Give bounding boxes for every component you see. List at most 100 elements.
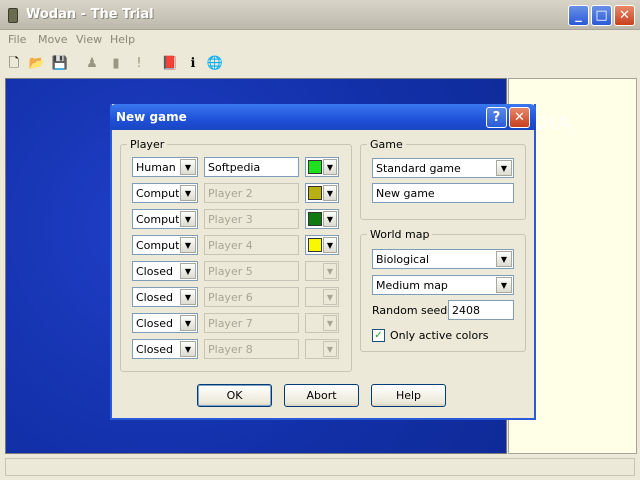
random-seed-label: Random seed:	[372, 304, 451, 317]
player-name-input[interactable]: Player 7	[204, 313, 299, 333]
player-type-select[interactable]: Computer▼	[132, 183, 198, 203]
status-bar	[5, 458, 635, 476]
close-button[interactable]: ✕	[614, 5, 635, 26]
player-type-select[interactable]: Closed ▼	[132, 339, 198, 359]
player-type-value: Computer	[136, 187, 179, 200]
player-name-input[interactable]: Player 2	[204, 183, 299, 203]
player-type-value: Computer	[136, 213, 179, 226]
ok-button[interactable]: OK	[197, 384, 272, 407]
app-icon	[8, 8, 18, 23]
help-button[interactable]: Help	[371, 384, 446, 407]
player-type-value: Closed	[136, 291, 173, 304]
save-icon[interactable]: 💾	[50, 54, 70, 74]
new-document-icon[interactable]: 🗋	[4, 54, 24, 74]
chevron-down-icon[interactable]: ▼	[496, 160, 512, 176]
dialog-title: New game	[116, 110, 187, 124]
maximize-button[interactable]: □	[591, 5, 612, 26]
player-color-select[interactable]: ▼	[305, 157, 339, 177]
chevron-down-icon[interactable]: ▼	[180, 341, 196, 357]
exclamation-icon[interactable]: !	[129, 54, 149, 74]
chevron-down-icon[interactable]: ▼	[180, 159, 196, 175]
player-type-select[interactable]: Closed ▼	[132, 261, 198, 281]
chevron-down-icon[interactable]: ▼	[496, 251, 512, 267]
toolbar: 🗋 📂 💾 ♟ ▮ ! 📕 ℹ 🌐	[0, 52, 640, 78]
player-color-select[interactable]: ▼	[305, 287, 339, 307]
minimize-button[interactable]: _	[568, 5, 589, 26]
map-type-value: Biological	[376, 253, 430, 266]
color-swatch	[308, 160, 322, 174]
player-type-select[interactable]: Computer▼	[132, 235, 198, 255]
player-type-select[interactable]: Computer▼	[132, 209, 198, 229]
player-type-value: Closed	[136, 343, 173, 356]
game-type-select[interactable]: Standard game ▼	[372, 158, 514, 178]
card-icon[interactable]: ▮	[106, 54, 126, 74]
menu-bar: File Move View Help	[0, 30, 640, 50]
new-game-dialog: New game ? ✕ Player Game Standard game ▼…	[110, 104, 536, 420]
player-type-value: Closed	[136, 265, 173, 278]
chevron-down-icon[interactable]: ▼	[180, 237, 196, 253]
map-size-value: Medium map	[376, 279, 448, 292]
random-seed-input[interactable]: 2408	[448, 300, 514, 320]
only-active-colors-checkbox[interactable]: ✓	[372, 329, 385, 342]
color-swatch	[308, 186, 322, 200]
player-type-select[interactable]: Closed ▼	[132, 313, 198, 333]
chevron-down-icon[interactable]: ▼	[180, 289, 196, 305]
chevron-down-icon[interactable]: ▼	[323, 185, 337, 201]
player-type-select[interactable]: Closed ▼	[132, 287, 198, 307]
player-name-input[interactable]: Player 8	[204, 339, 299, 359]
info-icon[interactable]: ℹ	[183, 54, 203, 74]
chevron-down-icon[interactable]: ▼	[323, 315, 337, 331]
chevron-down-icon[interactable]: ▼	[323, 341, 337, 357]
player-color-select[interactable]: ▼	[305, 261, 339, 281]
chevron-down-icon[interactable]: ▼	[496, 277, 512, 293]
player-group-label: Player	[127, 138, 168, 151]
chevron-down-icon[interactable]: ▼	[323, 289, 337, 305]
chevron-down-icon[interactable]: ▼	[323, 211, 337, 227]
player-name-input[interactable]: Player 5	[204, 261, 299, 281]
chevron-down-icon[interactable]: ▼	[323, 237, 337, 253]
player-color-select[interactable]: ▼	[305, 235, 339, 255]
chevron-down-icon[interactable]: ▼	[180, 263, 196, 279]
book-icon[interactable]: 📕	[160, 54, 180, 74]
title-bar: Wodan - The Trial _ □ ✕	[0, 0, 640, 30]
figure-icon[interactable]: ♟	[82, 54, 102, 74]
chevron-down-icon[interactable]: ▼	[323, 159, 337, 175]
dialog-help-button[interactable]: ?	[486, 107, 507, 128]
menu-view[interactable]: View	[76, 33, 102, 46]
player-name-input[interactable]: Player 4	[204, 235, 299, 255]
chevron-down-icon[interactable]: ▼	[180, 211, 196, 227]
game-group-label: Game	[367, 138, 406, 151]
world-map-group-label: World map	[367, 228, 433, 241]
menu-file[interactable]: File	[8, 33, 26, 46]
abort-button[interactable]: Abort	[284, 384, 359, 407]
open-folder-icon[interactable]: 📂	[27, 54, 47, 74]
dialog-title-bar: New game ? ✕	[110, 104, 536, 130]
dialog-close-button[interactable]: ✕	[509, 107, 530, 128]
game-type-value: Standard game	[376, 162, 461, 175]
menu-move[interactable]: Move	[38, 33, 68, 46]
chevron-down-icon[interactable]: ▼	[323, 263, 337, 279]
player-color-select[interactable]: ▼	[305, 313, 339, 333]
menu-help[interactable]: Help	[110, 33, 135, 46]
map-size-select[interactable]: Medium map ▼	[372, 275, 514, 295]
player-color-select[interactable]: ▼	[305, 209, 339, 229]
player-color-select[interactable]: ▼	[305, 183, 339, 203]
player-group: Player	[120, 138, 352, 372]
chevron-down-icon[interactable]: ▼	[180, 185, 196, 201]
player-type-value: Computer	[136, 239, 179, 252]
player-type-value: Human	[136, 161, 176, 174]
player-name-input[interactable]: Player 6	[204, 287, 299, 307]
player-name-input[interactable]: Softpedia	[204, 157, 299, 177]
player-name-input[interactable]: Player 3	[204, 209, 299, 229]
player-type-select[interactable]: Human ▼	[132, 157, 198, 177]
color-swatch	[308, 212, 322, 226]
color-swatch	[308, 238, 322, 252]
only-active-colors-label: Only active colors	[390, 329, 489, 342]
game-group: Game	[360, 138, 526, 220]
player-type-value: Closed	[136, 317, 173, 330]
chevron-down-icon[interactable]: ▼	[180, 315, 196, 331]
map-type-select[interactable]: Biological ▼	[372, 249, 514, 269]
game-name-input[interactable]: New game	[372, 183, 514, 203]
player-color-select[interactable]: ▼	[305, 339, 339, 359]
globe-icon[interactable]: 🌐	[205, 54, 225, 74]
